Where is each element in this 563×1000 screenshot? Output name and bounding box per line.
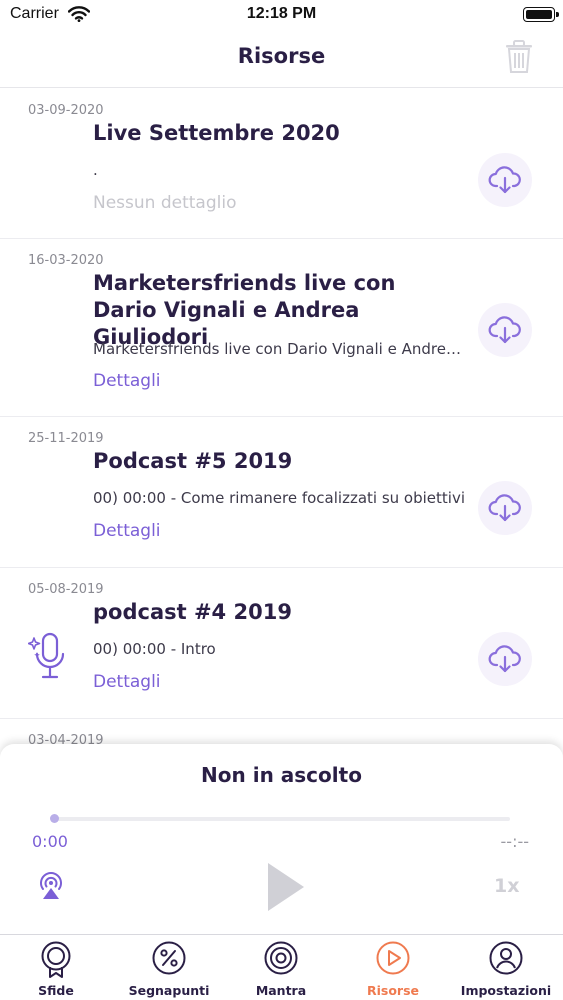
download-button[interactable] bbox=[478, 303, 532, 357]
details-link[interactable]: Dettagli bbox=[93, 371, 161, 391]
resource-row[interactable]: 25-11-2019 Podcast #5 2019 00) 00:00 - C… bbox=[0, 417, 563, 568]
play-circle-icon bbox=[376, 941, 410, 975]
target-icon bbox=[264, 941, 298, 975]
tab-label: Impostazioni bbox=[460, 983, 552, 998]
resource-title: Marketersfriends live con Dario Vignali … bbox=[93, 271, 396, 349]
clock: 12:18 PM bbox=[246, 5, 317, 22]
trash-icon[interactable] bbox=[505, 40, 533, 74]
tab-segnapunti[interactable]: Segnapunti bbox=[113, 935, 225, 1000]
status-bar: Carrier 12:18 PM bbox=[0, 0, 563, 30]
resource-row[interactable]: 03-09-2020 Live Settembre 2020 . Nessun … bbox=[0, 89, 563, 239]
audio-player: Non in ascolto 0:00 --:-- 1x bbox=[0, 744, 563, 934]
remaining-time: --:-- bbox=[500, 832, 529, 851]
resource-date: 16-03-2020 bbox=[28, 253, 104, 268]
user-icon bbox=[489, 941, 523, 975]
resource-date: 05-08-2019 bbox=[28, 582, 104, 597]
resource-title: Live Settembre 2020 bbox=[93, 121, 340, 145]
progress-bar[interactable] bbox=[52, 817, 510, 821]
tab-label: Risorse bbox=[366, 983, 420, 998]
playback-speed-button[interactable]: 1x bbox=[494, 875, 519, 897]
player-status: Non in ascolto bbox=[201, 763, 362, 787]
resource-title: Podcast #5 2019 bbox=[93, 449, 293, 473]
resource-description: 00) 00:00 - Intro bbox=[93, 640, 216, 658]
tab-mantra[interactable]: Mantra bbox=[225, 935, 337, 1000]
airplay-icon[interactable] bbox=[37, 872, 65, 900]
resource-row[interactable]: 05-08-2019 podcast #4 2019 00) 00:00 - I… bbox=[0, 568, 563, 719]
cloud-download-icon bbox=[488, 494, 521, 522]
download-button[interactable] bbox=[478, 632, 532, 686]
progress-thumb[interactable] bbox=[50, 814, 59, 823]
download-button[interactable] bbox=[478, 153, 532, 207]
resource-date: 03-09-2020 bbox=[28, 103, 104, 118]
details-link[interactable]: Dettagli bbox=[93, 521, 161, 541]
cloud-download-icon bbox=[488, 645, 521, 673]
elapsed-time: 0:00 bbox=[32, 832, 68, 851]
nav-bar: Risorse bbox=[0, 30, 563, 88]
percent-icon bbox=[152, 941, 186, 975]
cloud-download-icon bbox=[488, 166, 521, 194]
tab-impostazioni[interactable]: Impostazioni bbox=[450, 935, 562, 1000]
details-link[interactable]: Dettagli bbox=[93, 672, 161, 692]
tab-label: Sfide bbox=[38, 983, 74, 998]
microphone-sparkle-icon bbox=[28, 632, 65, 679]
tab-risorse[interactable]: Risorse bbox=[337, 935, 449, 1000]
play-icon[interactable] bbox=[266, 862, 306, 912]
tab-sfide[interactable]: Sfide bbox=[0, 935, 112, 1000]
resource-date: 25-11-2019 bbox=[28, 431, 104, 446]
resource-row[interactable]: 16-03-2020 Marketersfriends live con Dar… bbox=[0, 239, 563, 417]
tab-label: Mantra bbox=[255, 983, 307, 998]
battery-icon bbox=[523, 7, 559, 22]
resource-list: 03-09-2020 Live Settembre 2020 . Nessun … bbox=[0, 89, 563, 779]
resource-description: 00) 00:00 - Come rimanere focalizzati su… bbox=[93, 489, 465, 507]
tab-bar: Sfide Segnapunti Mantra Risorse Impostaz… bbox=[0, 934, 563, 1000]
page-title: Risorse bbox=[237, 44, 326, 68]
cloud-download-icon bbox=[488, 316, 521, 344]
resource-description: Marketersfriends live con Dario Vignali … bbox=[93, 340, 465, 358]
tab-label: Segnapunti bbox=[128, 983, 210, 998]
resource-title: podcast #4 2019 bbox=[93, 600, 292, 624]
details-link: Nessun dettaglio bbox=[93, 193, 237, 213]
download-button[interactable] bbox=[478, 481, 532, 535]
badge-icon bbox=[41, 941, 71, 978]
resource-description: . bbox=[93, 161, 98, 179]
